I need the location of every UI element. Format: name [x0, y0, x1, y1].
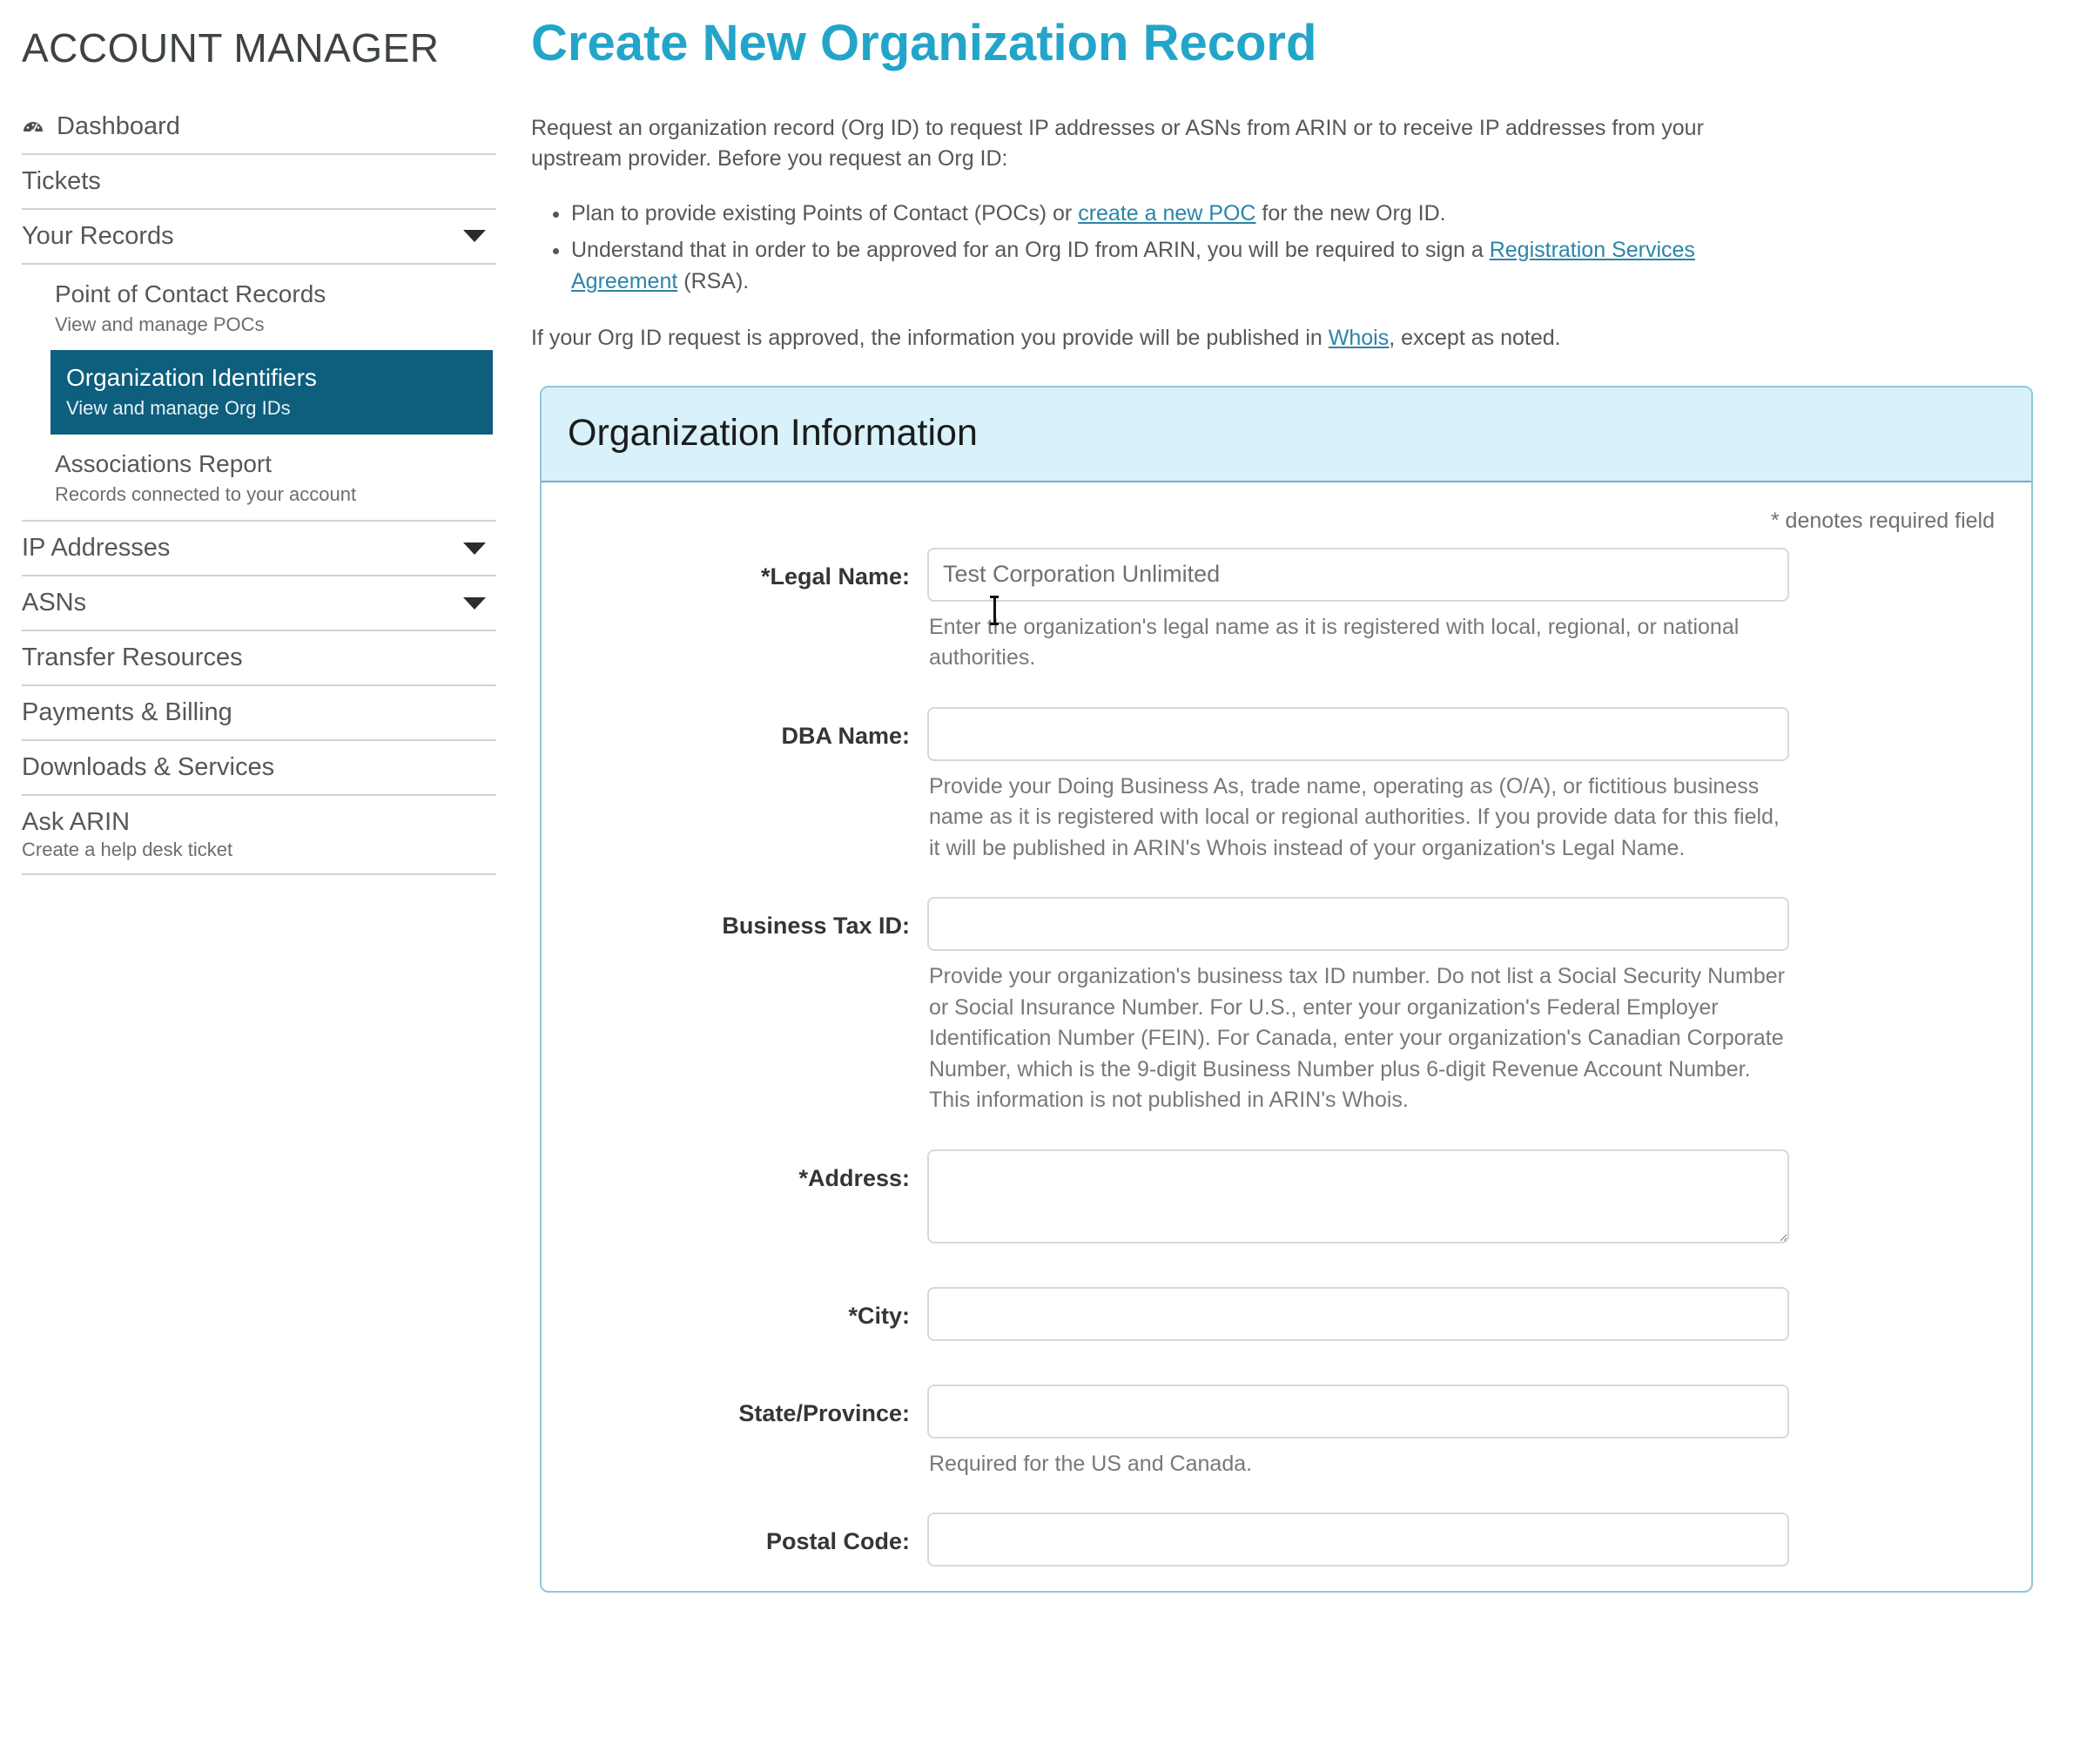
- bullet1-post-text: for the new Org ID.: [1255, 201, 1445, 226]
- sidebar-item-your-records[interactable]: Your Records: [22, 210, 496, 265]
- city-label: *City:: [566, 1287, 927, 1330]
- sidebar-item-ask-arin-label: Ask ARIN: [22, 808, 491, 837]
- sidebar-item-downloads-services-label: Downloads & Services: [22, 753, 274, 782]
- postal-code-label: Postal Code:: [566, 1513, 927, 1555]
- required-field-note: * denotes required field: [566, 509, 1998, 534]
- sidebar-item-asns-label: ASNs: [22, 589, 86, 617]
- postal-code-input[interactable]: [927, 1513, 1789, 1567]
- state-province-input[interactable]: [927, 1385, 1789, 1439]
- legal-name-help: Enter the organization's legal name as i…: [929, 612, 1791, 674]
- sidebar-subitem-title: Associations Report: [55, 448, 488, 479]
- sidebar-item-transfer-resources-label: Transfer Resources: [22, 644, 243, 672]
- list-item: Understand that in order to be approved …: [571, 234, 1767, 298]
- closing-post-text: , except as noted.: [1389, 326, 1560, 350]
- field-row-legal-name: *Legal Name: Enter the organization's le…: [566, 548, 1998, 700]
- legal-name-input[interactable]: [927, 548, 1789, 602]
- sidebar-item-dashboard[interactable]: Dashboard: [22, 100, 496, 155]
- panel-header: Organization Information: [542, 387, 2031, 482]
- chevron-down-icon[interactable]: [463, 230, 486, 242]
- organization-information-panel: Organization Information * denotes requi…: [540, 386, 2033, 1594]
- sidebar-item-transfer-resources[interactable]: Transfer Resources: [22, 631, 496, 686]
- whois-note-paragraph: If your Org ID request is approved, the …: [531, 326, 1767, 351]
- city-column: [927, 1287, 1998, 1378]
- dba-name-label: DBA Name:: [566, 707, 927, 750]
- list-item: Plan to provide existing Points of Conta…: [571, 198, 1767, 229]
- legal-name-column: Enter the organization's legal name as i…: [927, 548, 1998, 700]
- sidebar-subitem-title: Organization Identifiers: [66, 362, 484, 393]
- sidebar-item-payments-billing[interactable]: Payments & Billing: [22, 686, 496, 741]
- sidebar-item-ask-arin-subtitle: Create a help desk ticket: [22, 839, 491, 861]
- sidebar-subitem-subtitle: View and manage POCs: [55, 313, 488, 337]
- app-brand-title: ACCOUNT MANAGER: [22, 26, 496, 71]
- requirements-list: Plan to provide existing Points of Conta…: [531, 198, 1767, 298]
- intro-paragraph: Request an organization record (Org ID) …: [531, 113, 1728, 175]
- address-spacer: [927, 1243, 1998, 1280]
- sidebar-item-organization-identifiers[interactable]: Organization Identifiers View and manage…: [50, 350, 493, 435]
- field-row-dba-name: DBA Name: Provide your Doing Business As…: [566, 707, 1998, 891]
- sidebar-item-point-of-contact-records[interactable]: Point of Contact Records View and manage…: [22, 265, 496, 351]
- bullet1-pre-text: Plan to provide existing Points of Conta…: [571, 201, 1078, 226]
- bullet2-pre-text: Understand that in order to be approved …: [571, 238, 1490, 262]
- sidebar-subitem-subtitle: View and manage Org IDs: [66, 396, 484, 421]
- address-textarea[interactable]: [927, 1149, 1789, 1243]
- bullet2-post-text: (RSA).: [677, 269, 749, 293]
- sidebar: ACCOUNT MANAGER Dashboard Tickets: [0, 0, 522, 875]
- business-tax-id-column: Provide your organization's business tax…: [927, 897, 1998, 1142]
- sidebar-item-your-records-label: Your Records: [22, 222, 174, 251]
- legal-name-label: *Legal Name:: [566, 548, 927, 590]
- gauge-icon: [22, 115, 44, 138]
- app-root: ACCOUNT MANAGER Dashboard Tickets: [0, 0, 2100, 1752]
- address-column: [927, 1149, 1998, 1280]
- sidebar-subnav-your-records: Point of Contact Records View and manage…: [22, 265, 496, 522]
- sidebar-item-ask-arin[interactable]: Ask ARIN Create a help desk ticket: [22, 796, 496, 875]
- page-title: Create New Organization Record: [531, 16, 2100, 71]
- chevron-down-icon[interactable]: [463, 542, 486, 555]
- business-tax-id-input[interactable]: [927, 897, 1789, 951]
- sidebar-item-ip-addresses-label: IP Addresses: [22, 534, 170, 563]
- sidebar-dashboard-text: Dashboard: [57, 112, 180, 141]
- sidebar-item-payments-billing-label: Payments & Billing: [22, 698, 232, 727]
- chevron-down-icon[interactable]: [463, 597, 486, 610]
- field-row-city: *City:: [566, 1287, 1998, 1378]
- postal-code-column: [927, 1513, 1998, 1567]
- dba-name-help: Provide your Doing Business As, trade na…: [929, 772, 1791, 865]
- sidebar-subitem-title: Point of Contact Records: [55, 279, 488, 309]
- create-a-new-poc-link[interactable]: create a new POC: [1078, 201, 1255, 226]
- field-row-state-province: State/Province: Required for the US and …: [566, 1385, 1998, 1506]
- city-spacer: [927, 1341, 1998, 1378]
- business-tax-id-label: Business Tax ID:: [566, 897, 927, 940]
- state-province-column: Required for the US and Canada.: [927, 1385, 1998, 1506]
- sidebar-item-tickets-label: Tickets: [22, 167, 101, 196]
- sidebar-item-dashboard-label: Dashboard: [22, 112, 180, 141]
- business-tax-id-help: Provide your organization's business tax…: [929, 961, 1791, 1116]
- field-row-address: *Address:: [566, 1149, 1998, 1280]
- panel-heading: Organization Information: [568, 412, 2005, 455]
- panel-body: * denotes required field *Legal Name: En…: [542, 482, 2031, 1592]
- address-label: *Address:: [566, 1149, 927, 1192]
- whois-link[interactable]: Whois: [1329, 326, 1389, 350]
- sidebar-item-associations-report[interactable]: Associations Report Records connected to…: [22, 435, 496, 522]
- sidebar-item-ip-addresses[interactable]: IP Addresses: [22, 522, 496, 576]
- closing-pre-text: If your Org ID request is approved, the …: [531, 326, 1329, 350]
- state-province-help: Required for the US and Canada.: [929, 1449, 1791, 1480]
- sidebar-item-asns[interactable]: ASNs: [22, 576, 496, 631]
- city-input[interactable]: [927, 1287, 1789, 1341]
- field-row-business-tax-id: Business Tax ID: Provide your organizati…: [566, 897, 1998, 1142]
- sidebar-item-tickets[interactable]: Tickets: [22, 155, 496, 210]
- state-province-label: State/Province:: [566, 1385, 927, 1427]
- sidebar-subitem-subtitle: Records connected to your account: [55, 482, 488, 507]
- dba-name-input[interactable]: [927, 707, 1789, 761]
- main-content: Create New Organization Record Request a…: [522, 0, 2100, 1593]
- dba-name-column: Provide your Doing Business As, trade na…: [927, 707, 1998, 891]
- sidebar-item-downloads-services[interactable]: Downloads & Services: [22, 741, 496, 796]
- field-row-postal-code: Postal Code:: [566, 1513, 1998, 1567]
